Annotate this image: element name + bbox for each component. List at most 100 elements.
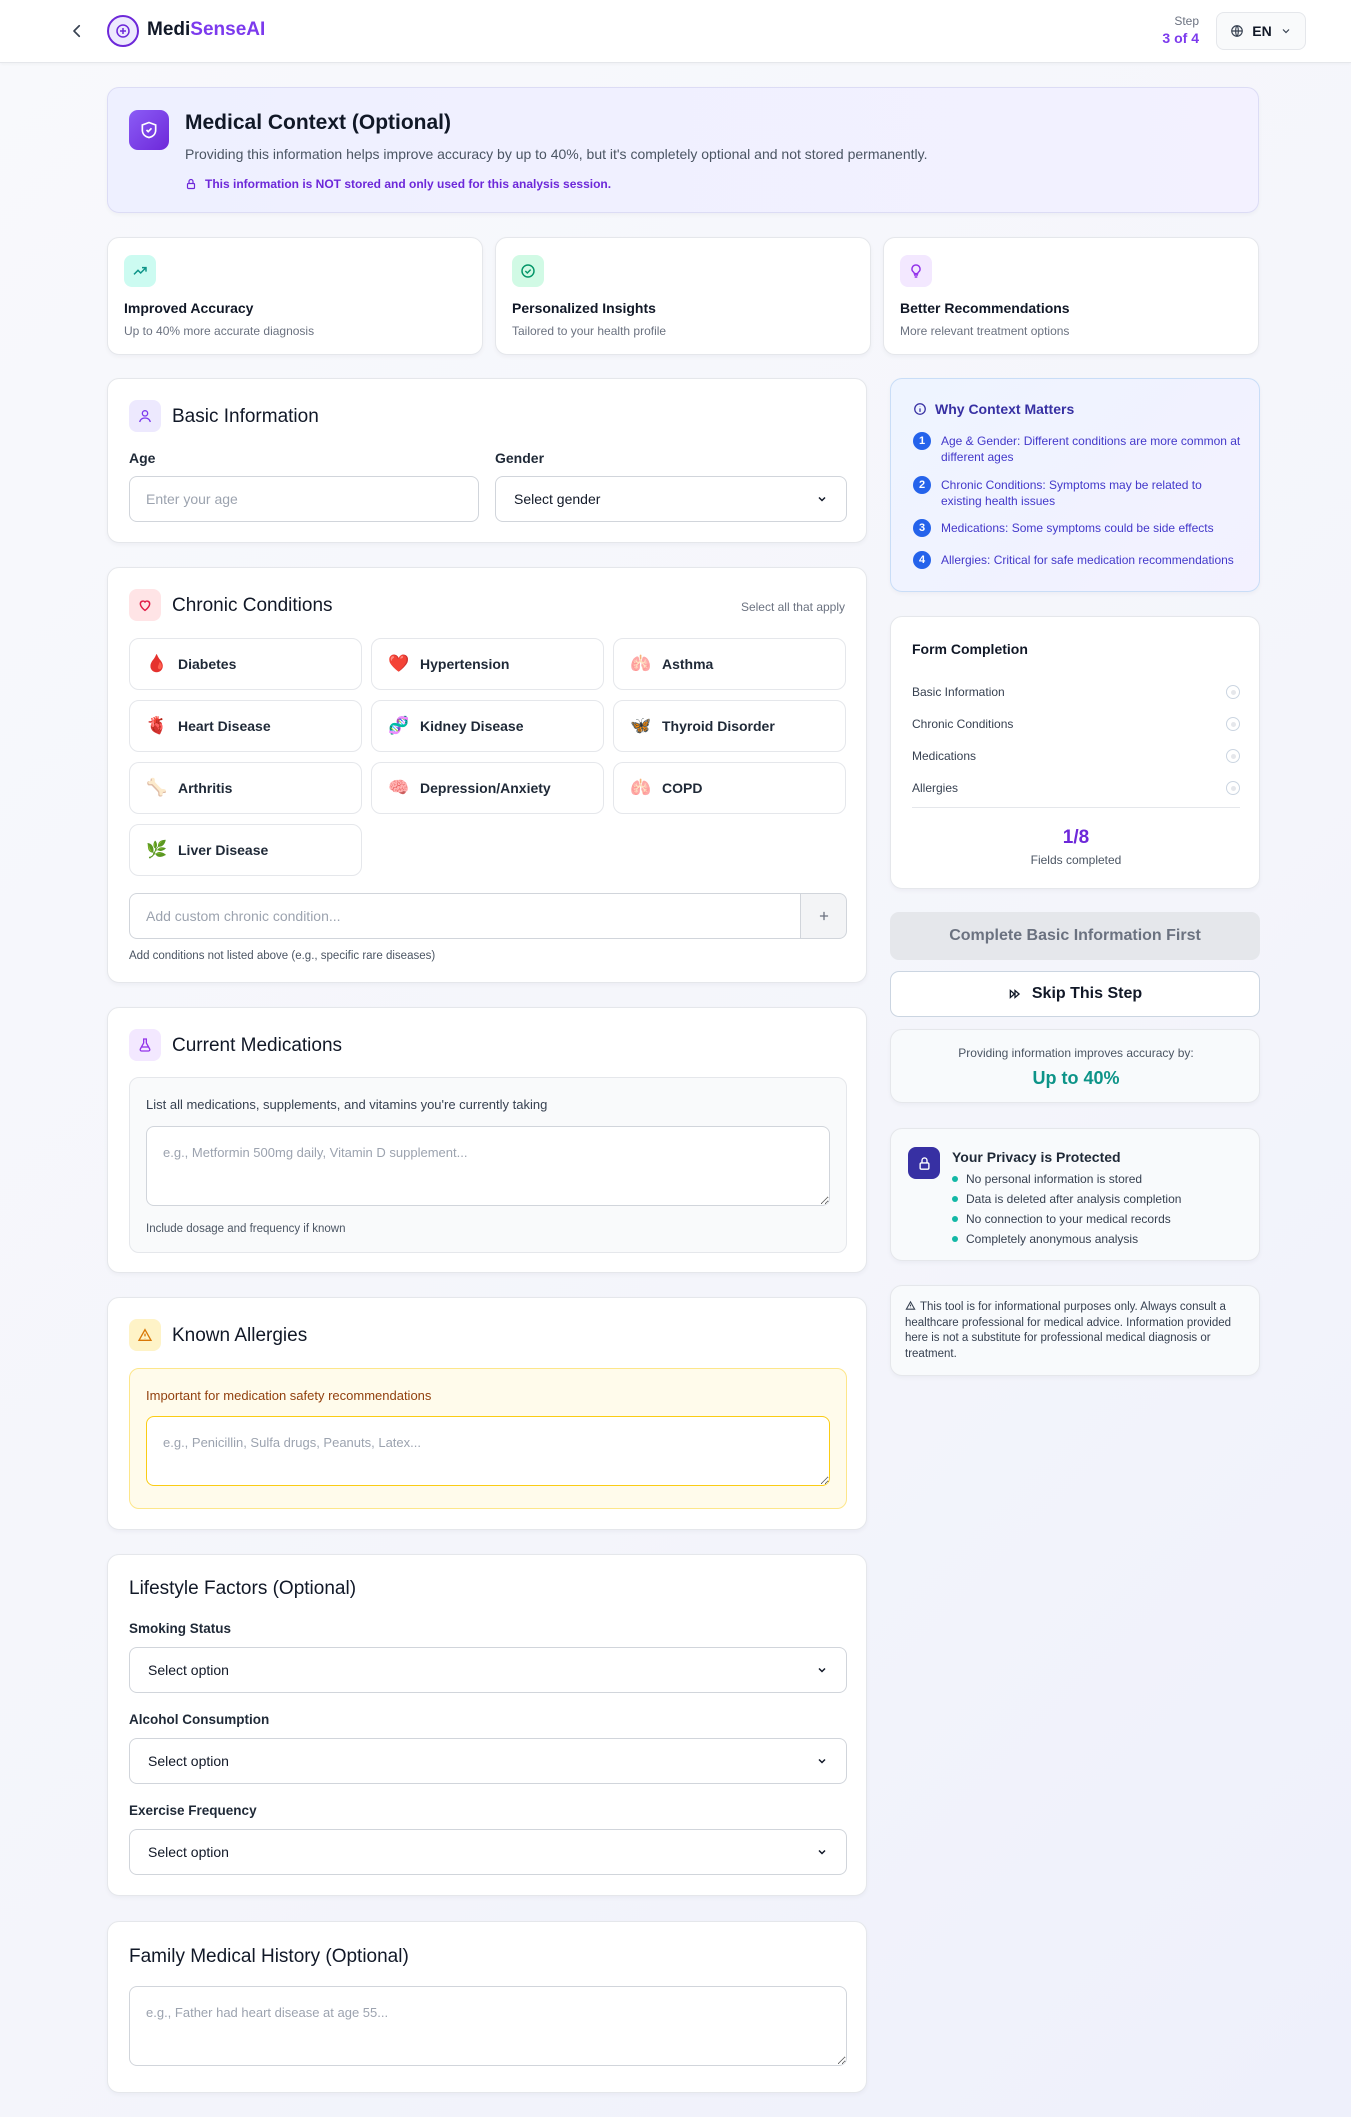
chevron-down-icon xyxy=(818,496,826,502)
page-title: Medical Context (Optional) xyxy=(185,111,452,134)
bullet-icon xyxy=(952,1196,958,1202)
age-input[interactable] xyxy=(129,476,479,522)
why-item: 1 Age & Gender: Different conditions are … xyxy=(913,432,1243,465)
shield-icon xyxy=(129,110,169,150)
plus-icon xyxy=(819,911,828,921)
gender-label: Gender xyxy=(495,450,545,466)
condition-icon: ❤️ xyxy=(388,654,410,673)
bullet-icon xyxy=(952,1216,958,1222)
condition-label: Asthma xyxy=(662,656,714,672)
condition-icon: 🧠 xyxy=(388,778,410,797)
condition-icon: 🦋 xyxy=(630,716,652,735)
completion-row: Basic Information xyxy=(912,685,1240,699)
condition-label: Diabetes xyxy=(178,656,237,672)
allergies-textarea[interactable] xyxy=(146,1416,830,1486)
allergies-box: Important for medication safety recommen… xyxy=(129,1368,847,1509)
allergies-prompt: Important for medication safety recommen… xyxy=(146,1388,432,1403)
accuracy-card: Providing information improves accuracy … xyxy=(890,1029,1260,1103)
lock-icon xyxy=(186,178,196,190)
alcohol-select[interactable]: Select option xyxy=(129,1738,847,1784)
add-condition-button[interactable] xyxy=(800,893,847,939)
condition-label: Kidney Disease xyxy=(420,718,524,734)
completion-row: Medications xyxy=(912,749,1240,763)
privacy-item: Completely anonymous analysis xyxy=(952,1232,1138,1246)
benefit-desc: Tailored to your health profile xyxy=(512,324,667,338)
pending-circle-icon xyxy=(1226,717,1240,731)
back-arrow-icon[interactable] xyxy=(64,18,90,44)
select-all-hint: Select all that apply xyxy=(740,600,845,614)
privacy-card: Your Privacy is Protected No personal in… xyxy=(890,1128,1260,1261)
condition-kidney-disease[interactable]: 🧬 Kidney Disease xyxy=(371,700,604,752)
privacy-item: Data is deleted after analysis completio… xyxy=(952,1192,1181,1206)
user-icon xyxy=(129,400,161,432)
completion-count-label: Fields completed xyxy=(1030,853,1122,867)
why-title: Why Context Matters xyxy=(913,401,1074,417)
condition-label: COPD xyxy=(662,780,703,796)
step-value: 3 of 4 xyxy=(1162,30,1199,46)
completion-item-label: Chronic Conditions xyxy=(912,717,1014,731)
exercise-label: Exercise Frequency xyxy=(129,1803,257,1818)
gender-select-value: Select gender xyxy=(514,491,601,507)
heart-icon xyxy=(129,589,161,621)
privacy-item-text: Data is deleted after analysis completio… xyxy=(966,1192,1182,1206)
privacy-item-text: No connection to your medical records xyxy=(966,1212,1171,1226)
chronic-conditions-section: Chronic Conditions Select all that apply… xyxy=(107,567,867,983)
pending-circle-icon xyxy=(1226,749,1240,763)
condition-hypertension[interactable]: ❤️ Hypertension xyxy=(371,638,604,690)
condition-heart-disease[interactable]: 🫀 Heart Disease xyxy=(129,700,362,752)
divider xyxy=(912,807,1240,808)
complete-basic-info-button[interactable]: Complete Basic Information First xyxy=(890,912,1260,960)
section-title: Family Medical History (Optional) xyxy=(129,1946,409,1967)
completion-row: Allergies xyxy=(912,781,1240,795)
exercise-select[interactable]: Select option xyxy=(129,1829,847,1875)
warning-icon xyxy=(905,1300,916,1310)
smoking-label: Smoking Status xyxy=(129,1621,232,1636)
brand-name: MediSenseAI xyxy=(147,19,265,41)
privacy-item-text: No personal information is stored xyxy=(966,1172,1143,1186)
brand-part-2: SenseAI xyxy=(190,19,266,40)
completion-item-label: Allergies xyxy=(912,781,959,795)
disclaimer-text: This tool is for informational purposes … xyxy=(905,1301,1232,1360)
skip-forward-icon xyxy=(1009,989,1020,999)
benefit-title: Better Recommendations xyxy=(900,300,1070,316)
gender-select[interactable]: Select gender xyxy=(495,476,847,522)
condition-diabetes[interactable]: 🩸 Diabetes xyxy=(129,638,362,690)
language-selector[interactable]: EN xyxy=(1216,12,1306,50)
condition-icon: 🦴 xyxy=(146,778,168,797)
family-history-section: Family Medical History (Optional) xyxy=(107,1921,867,2093)
why-item-number: 2 xyxy=(913,476,931,494)
condition-thyroid-disorder[interactable]: 🦋 Thyroid Disorder xyxy=(613,700,846,752)
condition-arthritis[interactable]: 🦴 Arthritis xyxy=(129,762,362,814)
lifestyle-factors-section: Lifestyle Factors (Optional) Smoking Sta… xyxy=(107,1554,867,1896)
condition-icon: 🫁 xyxy=(630,654,652,673)
condition-label: Arthritis xyxy=(178,780,233,796)
completion-item-label: Basic Information xyxy=(912,685,1005,699)
privacy-title: Your Privacy is Protected xyxy=(952,1149,1121,1165)
family-history-textarea[interactable] xyxy=(129,1986,847,2066)
condition-depression-anxiety[interactable]: 🧠 Depression/Anxiety xyxy=(371,762,604,814)
condition-copd[interactable]: 🫁 COPD xyxy=(613,762,846,814)
condition-liver-disease[interactable]: 🌿 Liver Disease xyxy=(129,824,362,876)
benefit-title: Improved Accuracy xyxy=(124,300,254,316)
skip-step-button[interactable]: Skip This Step xyxy=(890,971,1260,1017)
section-title: Basic Information xyxy=(172,406,319,427)
current-medications-section: Current Medications List all medications… xyxy=(107,1007,867,1273)
custom-condition-input[interactable] xyxy=(129,893,801,939)
why-item: 3 Medications: Some symptoms could be sid… xyxy=(913,519,1243,537)
form-completion-card: Form Completion Basic Information Chroni… xyxy=(890,616,1260,889)
disclaimer: This tool is for informational purposes … xyxy=(905,1300,1247,1362)
condition-asthma[interactable]: 🫁 Asthma xyxy=(613,638,846,690)
privacy-item: No connection to your medical records xyxy=(952,1212,1171,1226)
why-item: 2 Chronic Conditions: Symptoms may be rel… xyxy=(913,476,1243,509)
alcohol-select-value: Select option xyxy=(148,1753,229,1769)
age-label: Age xyxy=(129,450,156,466)
smoking-select[interactable]: Select option xyxy=(129,1647,847,1693)
condition-label: Hypertension xyxy=(420,656,510,672)
section-title: Known Allergies xyxy=(172,1325,308,1346)
why-item-number: 4 xyxy=(913,551,931,569)
globe-icon xyxy=(1231,25,1244,37)
medications-textarea[interactable] xyxy=(146,1126,830,1206)
privacy-item-text: Completely anonymous analysis xyxy=(966,1232,1139,1246)
lightbulb-icon xyxy=(900,255,932,287)
bullet-icon xyxy=(952,1236,958,1242)
